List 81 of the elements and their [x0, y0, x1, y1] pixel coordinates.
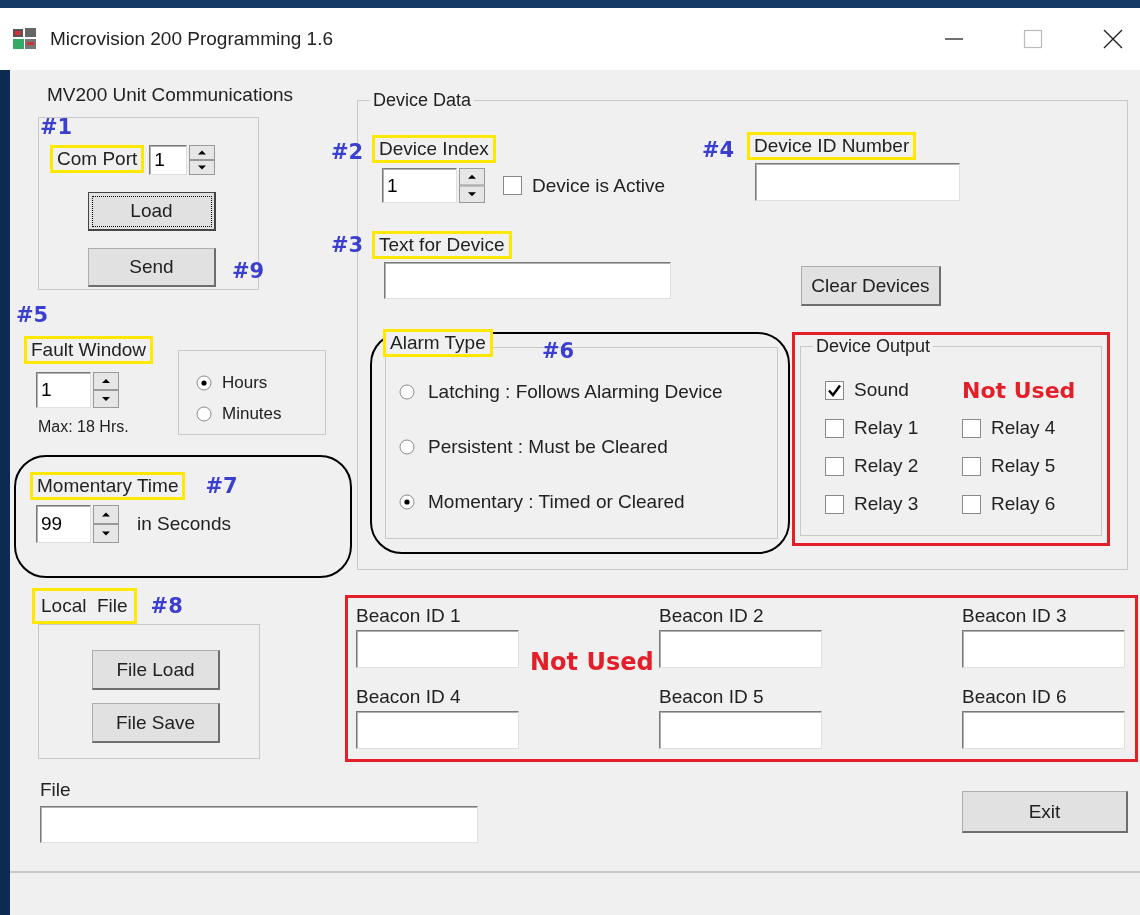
checkbox[interactable] [825, 418, 844, 438]
text-field[interactable] [659, 630, 822, 668]
annotation-note: Not Used [530, 648, 654, 676]
text-field[interactable] [356, 710, 519, 749]
hint-text: Max: 18 Hrs. [38, 418, 130, 436]
number-field[interactable]: 1 [149, 145, 188, 175]
checkbox[interactable] [503, 176, 522, 195]
radio-label[interactable]: Minutes [222, 403, 282, 424]
annotation-number: #4 [702, 139, 736, 164]
text-field[interactable] [384, 262, 671, 299]
checkbox[interactable] [962, 418, 981, 438]
checkbox-label[interactable]: Relay 5 [991, 455, 1056, 477]
annotation-number: #1 [40, 116, 73, 138]
checkbox-label[interactable]: Relay 6 [991, 493, 1056, 515]
push-button[interactable]: Clear Devices [801, 266, 941, 306]
checkbox[interactable] [825, 456, 844, 476]
text-field[interactable] [40, 806, 478, 843]
spinner-control[interactable] [459, 168, 485, 203]
radio-label[interactable]: Persistent : Must be Cleared [428, 436, 668, 458]
text-field[interactable] [659, 710, 822, 749]
unit-label: in Seconds [137, 513, 231, 535]
field-label: Beacon ID 6 [962, 684, 1068, 709]
push-button[interactable]: Load [88, 192, 216, 231]
group-title: Alarm Type [383, 329, 493, 357]
checkbox[interactable] [825, 380, 844, 400]
number-field[interactable]: 1 [36, 372, 91, 408]
field-label: Beacon ID 3 [962, 604, 1068, 628]
radio-label[interactable]: Hours [222, 372, 268, 393]
number-field[interactable]: 1 [382, 168, 457, 203]
text-field[interactable] [962, 710, 1125, 749]
close-icon[interactable] [1103, 29, 1123, 49]
field-label: Text for Device [372, 231, 512, 259]
number-field[interactable]: 99 [36, 505, 91, 543]
window-title: Microvision 200 Programming 1.6 [50, 28, 333, 50]
radio-button[interactable] [399, 494, 415, 510]
annotation-number: #3 [331, 234, 364, 256]
spinner-control[interactable] [189, 145, 216, 175]
app-icon [12, 27, 38, 51]
annotation-number: #9 [232, 260, 265, 282]
push-button[interactable]: Send [88, 248, 216, 287]
checkbox-label[interactable]: Device is Active [532, 174, 666, 197]
push-button[interactable]: File Save [92, 703, 220, 743]
annotation-number: #7 [205, 475, 238, 497]
checkbox-label[interactable]: Relay 3 [854, 493, 919, 515]
checkbox-label[interactable]: Relay 4 [991, 417, 1056, 439]
field-label: Beacon ID 1 [356, 604, 462, 628]
annotation-number: #8 [150, 595, 183, 617]
checkbox[interactable] [825, 494, 844, 514]
radio-label[interactable]: Momentary : Timed or Cleared [428, 491, 685, 513]
checkbox-label[interactable]: Relay 2 [854, 455, 919, 477]
field-label: Local File [32, 588, 137, 624]
annotation-note: Not Used [962, 377, 1077, 403]
text-field[interactable] [755, 163, 960, 201]
text-field[interactable] [356, 630, 519, 668]
radio-button[interactable] [399, 384, 415, 400]
radio-button[interactable] [399, 439, 415, 455]
radio-button[interactable] [196, 374, 212, 391]
field-label: Fault Window [24, 336, 154, 364]
section-heading: MV200 Unit Communications [47, 84, 295, 106]
field-label: File [40, 778, 72, 802]
checkbox[interactable] [962, 494, 981, 514]
push-button[interactable]: File Load [92, 650, 220, 690]
field-label: Beacon ID 5 [659, 684, 765, 709]
radio-button[interactable] [196, 405, 212, 422]
checkbox-label[interactable]: Sound [854, 379, 909, 401]
push-button[interactable]: Exit [962, 791, 1128, 833]
annotation-number: #6 [542, 340, 575, 362]
field-label: Com Port [50, 145, 145, 173]
text-field[interactable] [962, 630, 1125, 668]
field-label: Device ID Number [747, 132, 917, 160]
field-label: Beacon ID 4 [356, 684, 462, 709]
field-label: Momentary Time [30, 472, 186, 500]
spinner-control[interactable] [93, 372, 119, 408]
spinner-control[interactable] [93, 505, 119, 543]
checkbox[interactable] [962, 456, 981, 476]
annotation-number: #5 [16, 304, 50, 326]
field-label: Beacon ID 2 [659, 604, 765, 628]
annotation-number: #2 [331, 141, 364, 163]
field-label: Device Index [372, 135, 496, 163]
radio-label[interactable]: Latching : Follows Alarming Device [428, 381, 723, 403]
checkbox-label[interactable]: Relay 1 [854, 417, 919, 439]
